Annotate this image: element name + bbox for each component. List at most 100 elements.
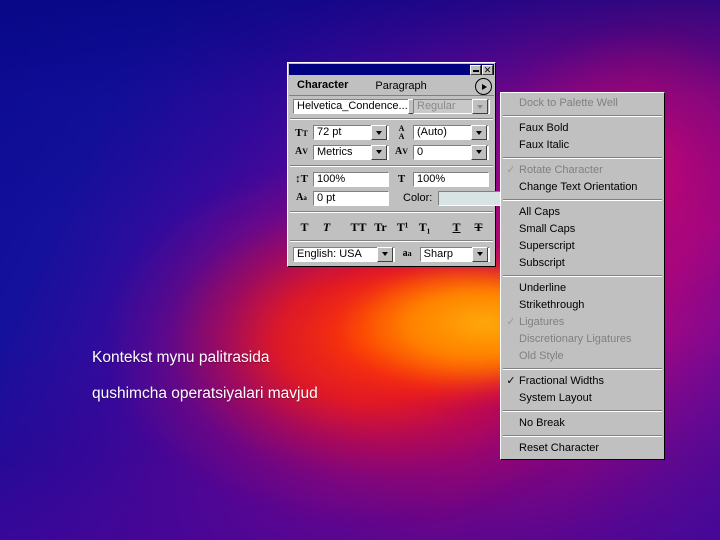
menu-item-label: Superscript [519, 240, 575, 252]
menu-separator [503, 410, 662, 412]
slide-caption-line-1: Kontekst mynu palitrasida [92, 349, 270, 366]
horizontal-scale-icon: T [397, 173, 406, 185]
menu-separator [503, 115, 662, 117]
underline-button[interactable]: T [446, 218, 468, 235]
menu-item-label: Rotate Character [519, 164, 603, 176]
menu-item-label: Faux Italic [519, 139, 570, 151]
palette-tab-row: Character Paragraph [289, 77, 494, 96]
menu-item-label: Change Text Orientation [519, 181, 638, 193]
text-color-swatch[interactable] [438, 190, 502, 206]
menu-item-label: No Break [519, 417, 565, 429]
menu-item-no-break[interactable]: No Break [501, 415, 664, 432]
menu-item-discretionary-ligatures: Discretionary Ligatures [501, 331, 664, 348]
menu-item-label: Old Style [519, 350, 564, 362]
menu-item-faux-italic[interactable]: Faux Italic [501, 137, 664, 154]
font-style-dropdown-arrow[interactable] [472, 99, 488, 114]
menu-item-ligatures: ✓ Ligatures [501, 314, 664, 331]
font-size-icon: TT [295, 126, 308, 139]
palette-language-section: English: USA aa Sharp [288, 243, 495, 266]
tab-paragraph[interactable]: Paragraph [367, 78, 444, 95]
font-style-field[interactable]: Regular [413, 99, 490, 114]
palette-menu-button[interactable] [475, 78, 492, 95]
palette-title-bar[interactable]: ✕ [289, 64, 494, 75]
font-family-field[interactable]: Helvetica_Condence... [293, 99, 424, 114]
superscript-button[interactable]: T¹ [392, 218, 414, 235]
menu-item-underline[interactable]: Underline [501, 280, 664, 297]
palette-metrics-section: TT 72 pt AA (Auto) AV Metrics AV 0 [288, 121, 495, 164]
menu-item-label: Discretionary Ligatures [519, 333, 632, 345]
menu-item-label: All Caps [519, 206, 560, 218]
menu-item-subscript[interactable]: Subscript [501, 255, 664, 272]
menu-item-reset-character[interactable]: Reset Character [501, 440, 664, 457]
close-icon: ✕ [483, 64, 492, 75]
palette-divider [290, 118, 493, 120]
menu-item-old-style: Old Style [501, 348, 664, 365]
font-size-value: 72 pt [317, 126, 342, 138]
menu-item-small-caps[interactable]: Small Caps [501, 221, 664, 238]
palette-divider [290, 165, 493, 167]
minimize-button[interactable] [470, 64, 481, 75]
menu-item-fractional-widths[interactable]: ✓ Fractional Widths [501, 373, 664, 390]
baseline-shift-field[interactable]: 0 pt [313, 190, 389, 206]
menu-item-label: Dock to Palette Well [519, 97, 618, 109]
palette-style-buttons: T T TT Tr T¹ T₁ T T [288, 214, 495, 239]
font-size-field[interactable]: 72 pt [313, 125, 389, 140]
antialias-field[interactable]: Sharp [419, 246, 490, 262]
subscript-button[interactable]: T₁ [414, 218, 436, 235]
baseline-shift-icon: Aa [296, 192, 307, 203]
menu-item-label: Strikethrough [519, 299, 585, 311]
character-palette-window: ✕ Character Paragraph Helvetica_Condence… [287, 62, 502, 267]
slide-caption-line-2: qushimcha operatsiyalari mavjud [92, 385, 318, 402]
strikethrough-button[interactable]: T [468, 218, 490, 235]
baseline-shift-value: 0 pt [317, 191, 336, 204]
faux-bold-button[interactable]: T [294, 218, 316, 235]
anti-alias-icon: aa [402, 248, 412, 259]
menu-item-superscript[interactable]: Superscript [501, 238, 664, 255]
kerning-value: Metrics [317, 145, 353, 158]
leading-field[interactable]: (Auto) [413, 125, 489, 140]
slide-caption: Kontekst mynu palitrasida qushimcha oper… [92, 340, 492, 412]
menu-item-label: Fractional Widths [519, 375, 604, 387]
color-label: Color: [403, 192, 433, 204]
menu-separator [503, 199, 662, 201]
font-size-dropdown-arrow[interactable] [371, 125, 387, 140]
tracking-value: 0 [417, 145, 424, 158]
menu-item-change-text-orientation[interactable]: Change Text Orientation [501, 179, 664, 196]
kerning-dropdown-arrow[interactable] [371, 144, 387, 160]
kerning-field[interactable]: Metrics [313, 144, 389, 160]
vertical-scale-field[interactable]: 100% [313, 171, 389, 187]
tracking-dropdown-arrow[interactable] [471, 144, 487, 160]
vertical-scale-value: 100% [317, 172, 346, 185]
menu-item-all-caps[interactable]: All Caps [501, 204, 664, 221]
menu-item-label: Reset Character [519, 442, 600, 454]
leading-icon: AA [398, 124, 405, 141]
faux-italic-button[interactable]: T [316, 218, 338, 235]
menu-item-label: Small Caps [519, 223, 576, 235]
small-caps-button[interactable]: Tr [370, 218, 392, 235]
palette-context-menu: Dock to Palette Well Faux Bold Faux Italic… [500, 92, 665, 460]
menu-separator [503, 435, 662, 437]
horizontal-scale-field[interactable]: 100% [413, 171, 489, 187]
menu-item-faux-bold[interactable]: Faux Bold [501, 120, 664, 137]
antialias-value: Sharp [423, 247, 453, 260]
tab-paragraph-label: Paragraph [375, 80, 427, 92]
checkmark-icon: ✓ [506, 164, 516, 176]
tab-character[interactable]: Character [289, 77, 366, 95]
menu-separator [503, 368, 662, 370]
menu-item-label: Ligatures [519, 316, 565, 328]
tracking-field[interactable]: 0 [413, 144, 489, 160]
antialias-dropdown-arrow[interactable] [472, 246, 488, 262]
menu-item-system-layout[interactable]: System Layout [501, 390, 664, 407]
language-dropdown-arrow[interactable] [376, 246, 393, 262]
menu-separator [503, 275, 662, 277]
language-value: English: USA [297, 247, 362, 260]
menu-item-label: Faux Bold [519, 122, 569, 134]
close-button[interactable]: ✕ [482, 64, 493, 75]
vertical-scale-icon: ↕T [295, 173, 308, 185]
all-caps-button[interactable]: TT [348, 218, 370, 235]
menu-item-dock-to-palette-well: Dock to Palette Well [501, 95, 664, 112]
menu-item-strikethrough[interactable]: Strikethrough [501, 297, 664, 314]
leading-dropdown-arrow[interactable] [471, 125, 487, 140]
menu-separator [503, 157, 662, 159]
language-field[interactable]: English: USA [293, 246, 395, 262]
